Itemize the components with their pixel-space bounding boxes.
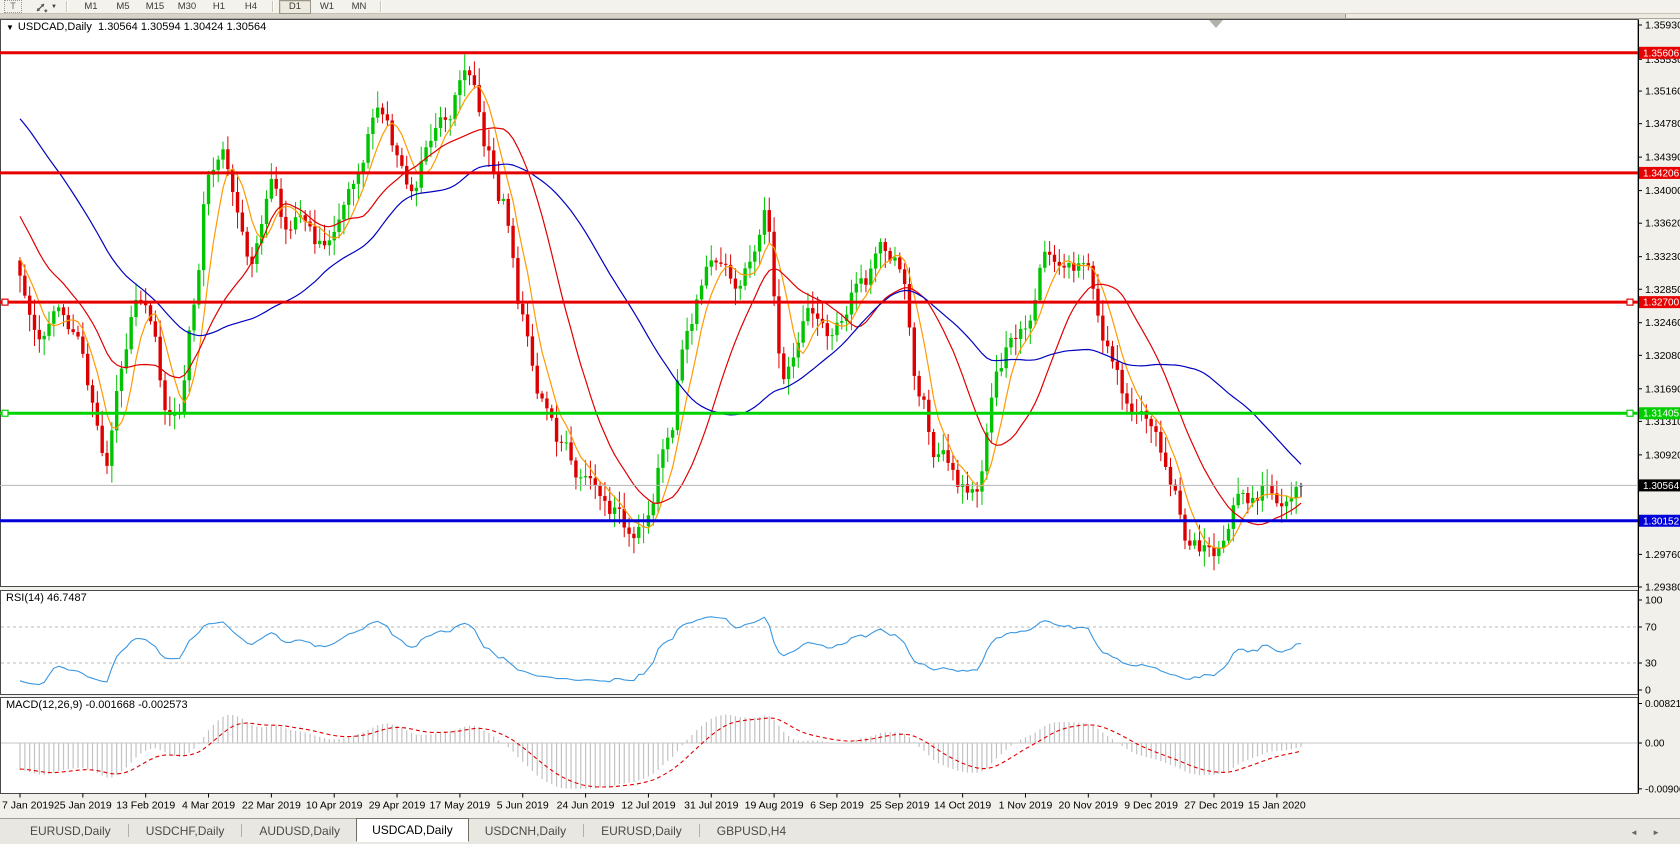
date-tick-label: 10 Apr 2019 bbox=[306, 800, 363, 812]
chart-shift-marker[interactable] bbox=[1209, 20, 1223, 28]
chart-ohlc-values: 1.30564 1.30594 1.30424 1.30564 bbox=[98, 21, 267, 33]
date-tick-label: 4 Mar 2019 bbox=[182, 800, 235, 812]
price-axis[interactable]: 1.359301.355301.351601.347801.343901.340… bbox=[1638, 19, 1680, 796]
tab-usdcnh-daily[interactable]: USDCNH,Daily bbox=[469, 820, 582, 841]
price-line-axis-label-text: 1.30564 bbox=[1643, 481, 1680, 492]
tab-gbpusd-h4[interactable]: GBPUSD,H4 bbox=[701, 820, 802, 841]
line-handle[interactable] bbox=[1626, 409, 1634, 417]
chart-canvas[interactable]: 1.359301.355301.351601.347801.343901.340… bbox=[0, 0, 1680, 844]
price-tick-label: 1.30920 bbox=[1645, 449, 1680, 461]
price-tick-label: 1.33230 bbox=[1645, 251, 1680, 263]
chart-menu-icon[interactable]: ▼ bbox=[6, 23, 14, 32]
price-line-axis-label-text: 1.35606 bbox=[1643, 48, 1680, 59]
date-tick-label: 6 Sep 2019 bbox=[810, 800, 864, 812]
macd-axis-label: 0.008214 bbox=[1645, 699, 1680, 710]
date-tick-label: 29 Apr 2019 bbox=[369, 800, 426, 812]
price-line-axis-label-text: 1.31405 bbox=[1643, 409, 1680, 420]
tab-separator bbox=[583, 824, 585, 837]
date-tick-label: 7 Jan 2019 bbox=[2, 800, 54, 812]
date-tick-label: 12 Jul 2019 bbox=[621, 800, 675, 812]
tab-audusd-daily[interactable]: AUDUSD,Daily bbox=[243, 820, 356, 841]
tab-usdcad-daily[interactable]: USDCAD,Daily bbox=[356, 818, 469, 842]
date-tick-label: 31 Jul 2019 bbox=[684, 800, 738, 812]
date-tick-label: 25 Sep 2019 bbox=[870, 800, 930, 812]
date-axis[interactable]: 7 Jan 2019 25 Jan 2019 13 Feb 2019 4 Mar 20… bbox=[2, 793, 1306, 812]
macd-axis-label: -0.00906 bbox=[1645, 784, 1680, 795]
chart-title: ▼ USDCAD,Daily 1.30564 1.30594 1.30424 1.… bbox=[6, 21, 266, 33]
tab-eurusd-daily[interactable]: EURUSD,Daily bbox=[14, 820, 127, 841]
price-tick-label: 1.34780 bbox=[1645, 118, 1680, 130]
date-tick-label: 25 Jan 2019 bbox=[54, 800, 112, 812]
price-tick-label: 1.32460 bbox=[1645, 317, 1680, 329]
tab-scroll-arrows[interactable]: ◄ ► bbox=[1630, 828, 1666, 837]
price-tick-label: 1.35930 bbox=[1645, 20, 1680, 32]
tab-separator bbox=[127, 824, 129, 837]
line-handle[interactable] bbox=[1, 298, 9, 306]
rsi-axis-label: 30 bbox=[1645, 658, 1657, 670]
price-tick-label: 1.32850 bbox=[1645, 284, 1680, 296]
tab-separator bbox=[241, 824, 243, 837]
date-tick-label: 19 Aug 2019 bbox=[745, 800, 804, 812]
date-tick-label: 13 Feb 2019 bbox=[116, 800, 175, 812]
price-tick-label: 1.31690 bbox=[1645, 383, 1680, 395]
price-tick-label: 1.34000 bbox=[1645, 185, 1680, 197]
rsi-axis-label: 0 bbox=[1645, 685, 1651, 697]
date-tick-label: 17 May 2019 bbox=[430, 800, 491, 812]
price-tick-label: 1.32080 bbox=[1645, 350, 1680, 362]
date-tick-label: 14 Oct 2019 bbox=[934, 800, 991, 812]
macd-pane[interactable] bbox=[0, 697, 1639, 794]
price-tick-label: 1.29760 bbox=[1645, 549, 1680, 561]
date-tick-label: 15 Jan 2020 bbox=[1248, 800, 1306, 812]
date-tick-label: 9 Dec 2019 bbox=[1124, 800, 1178, 812]
rsi-indicator-label: RSI(14) 46.7487 bbox=[6, 592, 87, 604]
tab-usdchf-daily[interactable]: USDCHF,Daily bbox=[130, 820, 241, 841]
macd-indicator-label: MACD(12,26,9) -0.001668 -0.002573 bbox=[6, 699, 188, 711]
macd-axis-label: 0.00 bbox=[1645, 739, 1665, 750]
chart-tab-bar: EURUSD,Daily USDCHF,Daily AUDUSD,Daily USDC… bbox=[0, 818, 1680, 842]
price-tick-label: 1.33620 bbox=[1645, 218, 1680, 230]
date-tick-label: 1 Nov 2019 bbox=[999, 800, 1053, 812]
price-tick-label: 1.29380 bbox=[1645, 581, 1680, 593]
price-line-axis-label-text: 1.32700 bbox=[1643, 298, 1680, 309]
rsi-axis-label: 100 bbox=[1645, 595, 1663, 607]
date-tick-label: 5 Jun 2019 bbox=[497, 800, 549, 812]
price-line-axis-label-text: 1.30152 bbox=[1643, 516, 1680, 527]
price-tick-label: 1.34390 bbox=[1645, 152, 1680, 164]
tab-separator bbox=[698, 824, 700, 837]
rsi-axis-label: 70 bbox=[1645, 622, 1657, 634]
price-tick-label: 1.35160 bbox=[1645, 86, 1680, 98]
date-tick-label: 20 Nov 2019 bbox=[1059, 800, 1119, 812]
date-tick-label: 24 Jun 2019 bbox=[557, 800, 615, 812]
date-tick-label: 22 Mar 2019 bbox=[242, 800, 301, 812]
line-handle[interactable] bbox=[1626, 298, 1634, 306]
chart-symbol-period: USDCAD,Daily bbox=[17, 21, 92, 33]
line-handle[interactable] bbox=[1, 409, 9, 417]
date-tick-label: 27 Dec 2019 bbox=[1184, 800, 1244, 812]
tab-eurusd-daily[interactable]: EURUSD,Daily bbox=[585, 820, 698, 841]
price-line-axis-label-text: 1.34206 bbox=[1643, 168, 1680, 179]
